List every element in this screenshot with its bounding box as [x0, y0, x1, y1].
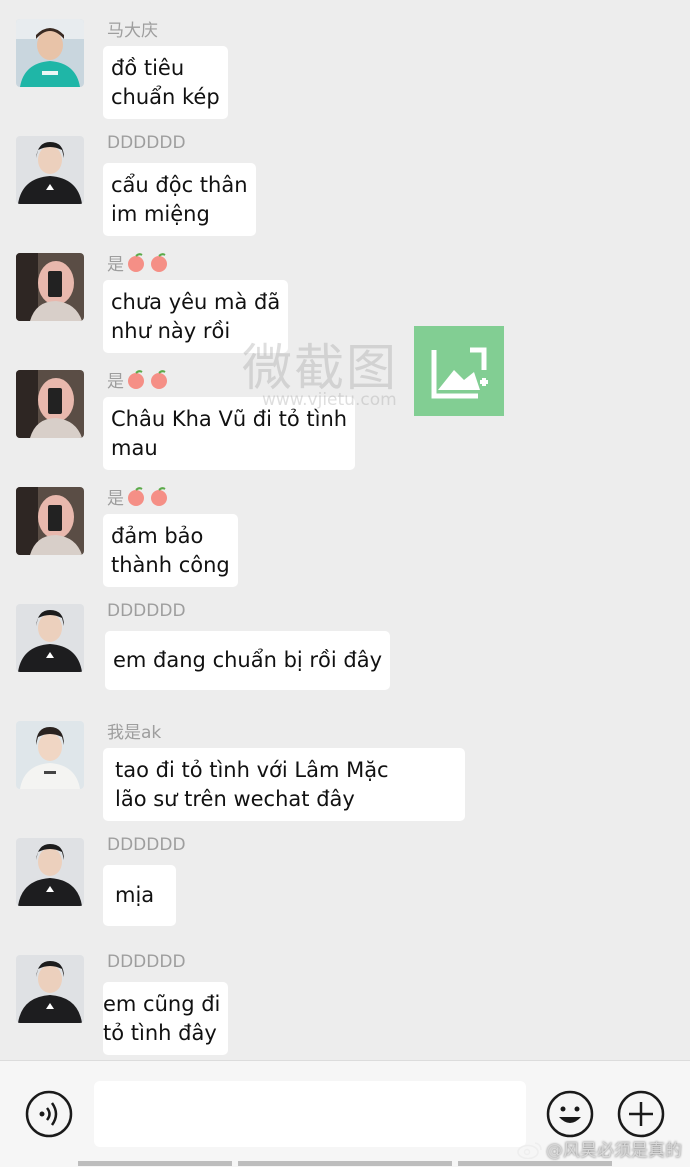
- peach-icon: [128, 253, 144, 272]
- avatar[interactable]: [16, 19, 84, 87]
- message-bubble[interactable]: Châu Kha Vũ đi tỏ tình mau: [103, 397, 356, 470]
- peach-icon: [128, 370, 144, 389]
- weibo-icon: [517, 1142, 542, 1159]
- voice-button[interactable]: [24, 1089, 74, 1139]
- sender-name: 我是ak: [107, 723, 162, 743]
- sender-name: 是: [107, 250, 170, 275]
- plus-icon: [617, 1090, 665, 1138]
- sender-name: DDDDDD: [107, 133, 186, 153]
- avatar[interactable]: [16, 370, 84, 438]
- avatar[interactable]: [16, 136, 84, 204]
- message-bubble[interactable]: đồ tiêu chuẩn kép: [103, 46, 228, 119]
- weibo-watermark: @风昊必须是真的: [517, 1136, 682, 1161]
- message-bubble[interactable]: cẩu độc thân im miệng: [103, 163, 256, 236]
- avatar[interactable]: [16, 604, 84, 672]
- avatar[interactable]: [16, 838, 84, 906]
- sender-name: 是: [107, 484, 170, 509]
- peach-icon: [128, 487, 144, 506]
- peach-icon: [151, 487, 167, 506]
- voice-icon: [25, 1090, 73, 1138]
- sender-name: 马大庆: [107, 21, 158, 41]
- message-bubble[interactable]: em cũng đi tỏ tình đây: [103, 982, 229, 1055]
- sender-name: DDDDDD: [107, 835, 186, 855]
- sender-name: DDDDDD: [107, 601, 186, 621]
- sender-name: DDDDDD: [107, 952, 186, 972]
- plus-button[interactable]: [616, 1089, 666, 1139]
- message-bubble[interactable]: đảm bảo thành công: [103, 514, 238, 587]
- message-bubble[interactable]: tao đi tỏ tình với Lâm Mặc lão sư trên w…: [103, 748, 465, 821]
- emoji-icon: [546, 1090, 594, 1138]
- message-bubble[interactable]: em đang chuẩn bị rồi đây: [105, 631, 391, 690]
- sender-name: 是: [107, 367, 170, 392]
- emoji-button[interactable]: [545, 1089, 595, 1139]
- avatar[interactable]: [16, 721, 84, 789]
- peach-icon: [151, 370, 167, 389]
- message-input[interactable]: [94, 1081, 526, 1147]
- peach-icon: [151, 253, 167, 272]
- avatar[interactable]: [16, 955, 84, 1023]
- divider: [458, 1161, 612, 1166]
- message-bubble[interactable]: mịa: [103, 865, 177, 926]
- avatar[interactable]: [16, 253, 84, 321]
- avatar[interactable]: [16, 487, 84, 555]
- message-bubble[interactable]: chưa yêu mà đã như này rồi: [103, 280, 289, 353]
- divider: [78, 1161, 232, 1166]
- divider: [238, 1161, 452, 1166]
- chat-history[interactable]: 马大庆 đồ tiêu chuẩn kép DDDDDD cẩu độc thâ…: [0, 0, 690, 1060]
